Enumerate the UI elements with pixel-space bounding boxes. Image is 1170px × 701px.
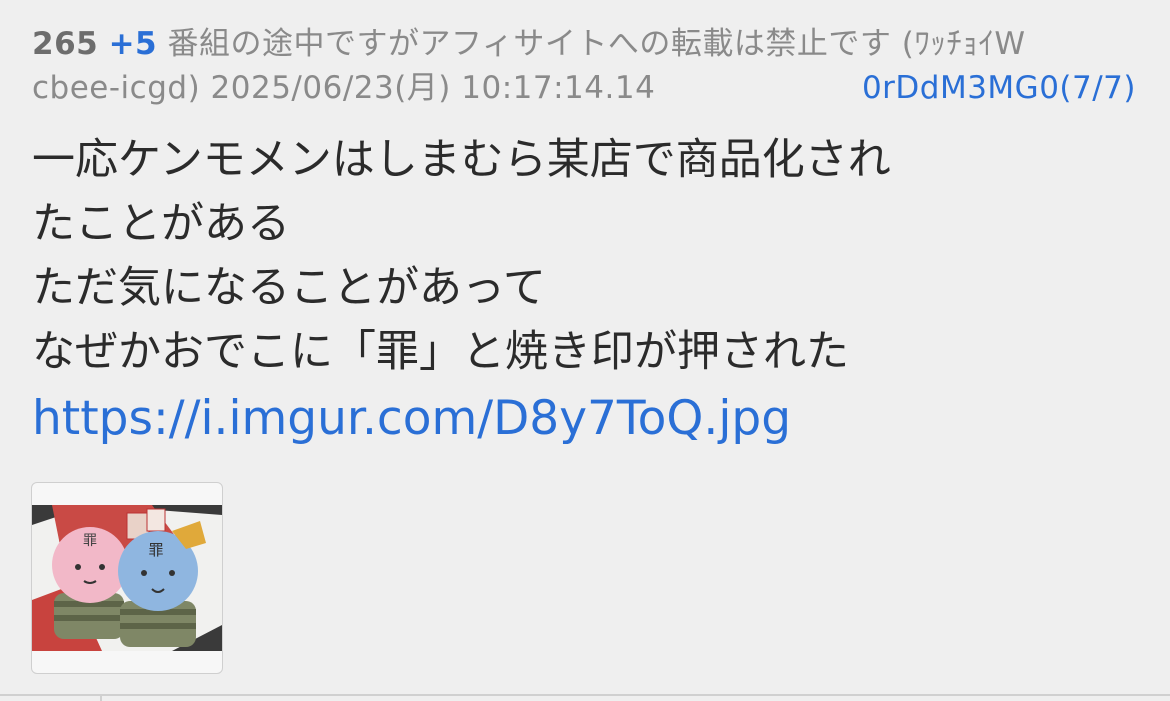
header-line-1: 265 +5 番組の途中ですがアフィサイトへの転載は禁止です (ﾜｯﾁｮｲW xyxy=(32,22,1142,66)
body-line: たことがある xyxy=(32,199,290,249)
forehead-mark: 罪 xyxy=(148,541,163,559)
forehead-mark: 罪 xyxy=(83,533,97,549)
post-number[interactable]: 265 xyxy=(32,26,98,62)
poster-name: (ﾜｯﾁｮｲW xyxy=(901,26,1026,62)
reply-count[interactable]: +5 xyxy=(109,26,158,62)
body-line: ただ気になることがあって xyxy=(32,263,546,313)
header-line-2: cbee-icgd) 2025/06/23(月) 10:17:14.14 0rD… xyxy=(32,66,1142,110)
body-line: なぜかおでこに「罪」と焼き印が押された xyxy=(32,327,849,377)
post-divider xyxy=(0,694,1170,696)
post-body: 一応ケンモメンはしまむら某店で商品化され たことがある ただ気になることがあって… xyxy=(32,128,1142,450)
post-time: 10:17:14.14 xyxy=(461,70,656,106)
post-header: 265 +5 番組の途中ですがアフィサイトへの転載は禁止です (ﾜｯﾁｮｲW c… xyxy=(32,22,1142,110)
thread-title: 番組の途中ですがアフィサイトへの転載は禁止です xyxy=(167,26,892,62)
body-line: 一応ケンモメンはしまむら某店で商品化され xyxy=(32,135,891,185)
image-thumbnail[interactable]: 罪 罪 xyxy=(31,482,223,674)
poster-id[interactable]: 0rDdM3MG0(7/7) xyxy=(862,66,1136,110)
image-link[interactable]: https://i.imgur.com/D8y7ToQ.jpg xyxy=(32,388,1142,450)
poster-name-cont: cbee-icgd) xyxy=(32,70,201,106)
thumbnail-image: 罪 罪 xyxy=(32,505,222,651)
post: 265 +5 番組の途中ですがアフィサイトへの転載は禁止です (ﾜｯﾁｮｲW c… xyxy=(0,0,1170,701)
post-date: 2025/06/23(月) xyxy=(210,70,451,106)
divider-tick xyxy=(100,694,102,701)
